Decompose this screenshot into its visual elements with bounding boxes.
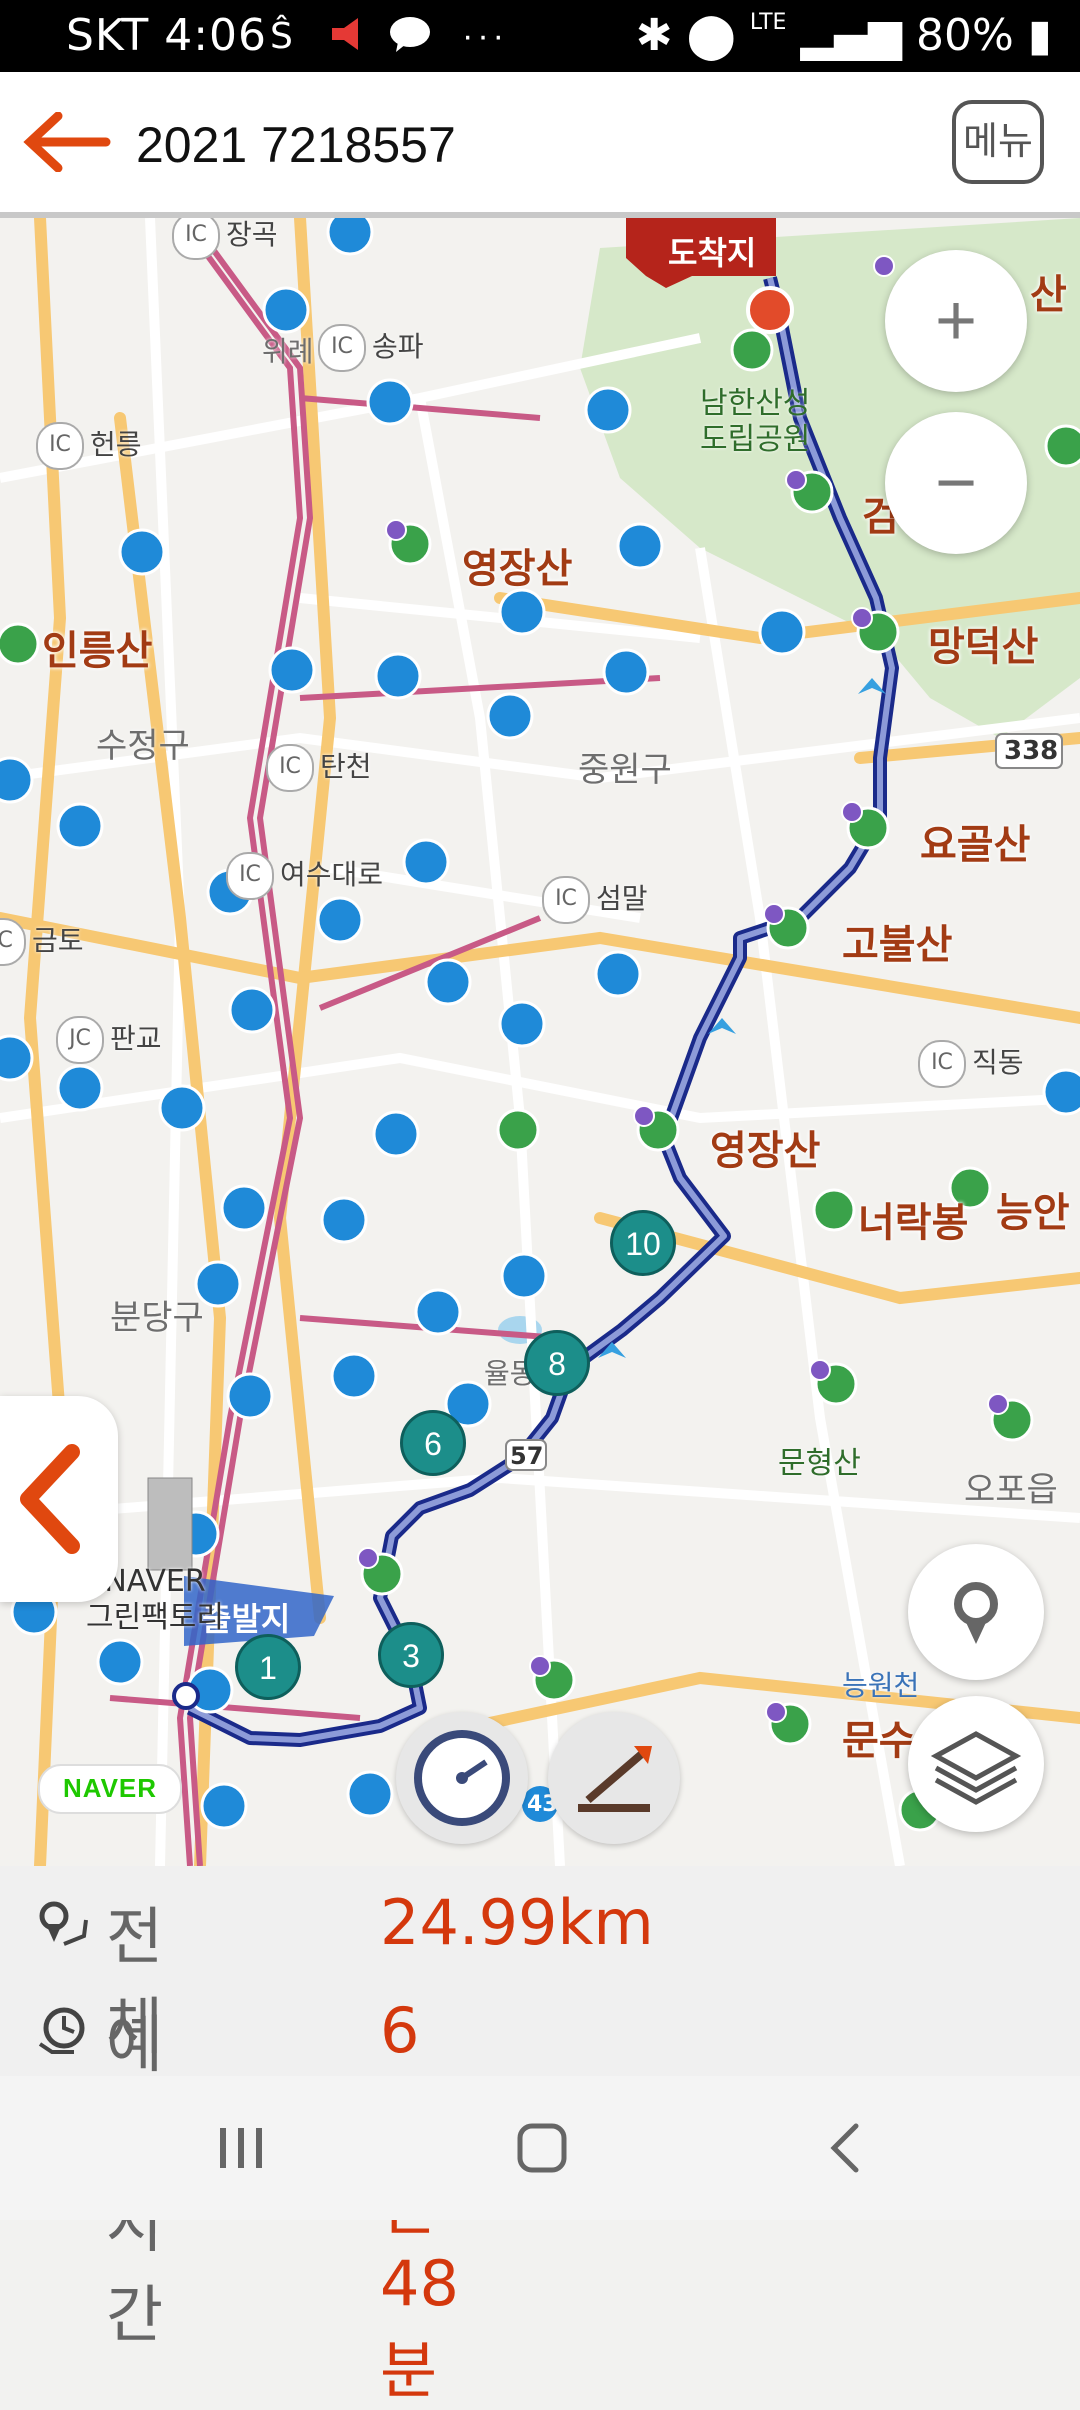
road-number: 57 bbox=[510, 1442, 544, 1470]
road-number: 338 bbox=[1004, 736, 1059, 766]
bluetooth-icon: ✱ bbox=[635, 10, 673, 61]
destination-star bbox=[746, 286, 794, 334]
battery-text: 80% bbox=[915, 10, 1014, 61]
peak-label: 망덕산 bbox=[928, 624, 1039, 670]
destination-flag-label: 도착지 bbox=[668, 235, 757, 271]
more-dots-icon: ··· bbox=[462, 17, 508, 55]
route-arrow bbox=[858, 678, 886, 694]
network-type: LTE bbox=[749, 10, 787, 35]
peak-label: 영장산 bbox=[462, 546, 573, 592]
ic-label: IC 여수대로 bbox=[226, 852, 383, 900]
app-bar: 2021 7218557 메뉴 bbox=[0, 72, 1080, 218]
location-pin-icon bbox=[954, 1582, 998, 1644]
carrier-time: SKT 4:06 bbox=[66, 10, 268, 61]
map-layers-button[interactable] bbox=[908, 1696, 1044, 1832]
naver-building bbox=[147, 1477, 193, 1571]
ic-label: IC 송파 bbox=[318, 324, 424, 372]
signal-icon: ▂▄▆ bbox=[800, 10, 902, 61]
location-icon: ⬤ bbox=[686, 10, 736, 61]
route-summary: 전체거리 24.99km 예상시간 6시간 48분 bbox=[0, 1866, 1080, 2407]
layers-icon bbox=[930, 1731, 1022, 1805]
my-location-button[interactable] bbox=[908, 1544, 1044, 1680]
peak-label: 산 bbox=[1030, 272, 1067, 318]
start-dot bbox=[172, 1682, 200, 1710]
clock-icon bbox=[38, 2007, 85, 2054]
battery-icon: ▮ bbox=[1027, 10, 1052, 61]
ic-name: 금토 bbox=[32, 924, 84, 957]
ic-label: IC 직동 bbox=[918, 1040, 1024, 1088]
ic-label: IC 탄천 bbox=[266, 744, 372, 792]
speedometer-icon bbox=[414, 1730, 510, 1826]
peak-label: 인릉산 bbox=[42, 628, 153, 674]
district-label: 중원구 bbox=[578, 750, 672, 790]
peak-label: 문수 bbox=[842, 1718, 916, 1764]
park-label: 남한산성 도립공원 bbox=[700, 386, 811, 457]
waypoint-marker[interactable]: 6 bbox=[400, 1410, 466, 1476]
page-title: 2021 7218557 bbox=[136, 117, 456, 173]
back-arrow-icon[interactable] bbox=[22, 111, 112, 173]
ic-name: 섬말 bbox=[596, 882, 648, 915]
district-label: 위례 bbox=[262, 335, 314, 368]
waypoint-marker[interactable]: 3 bbox=[378, 1622, 444, 1688]
map-view[interactable]: 도착지 출발지 영장산 인릉산 망덕산 요골산 고불산 영장산 너락봉 능안 검… bbox=[0, 218, 1080, 1866]
waypoint-marker[interactable]: 8 bbox=[524, 1330, 590, 1396]
ic-label: IC 섬말 bbox=[542, 876, 648, 924]
peak-label: 능안 bbox=[996, 1190, 1070, 1236]
chevron-left-icon bbox=[20, 1444, 80, 1554]
waypoint-marker[interactable]: 1 bbox=[235, 1634, 301, 1700]
ic-name: 여수대로 bbox=[280, 858, 384, 891]
district-label: 수정구 bbox=[96, 726, 190, 766]
recent-apps-icon[interactable] bbox=[220, 2128, 262, 2168]
distance-value: 24.99km bbox=[380, 1886, 654, 1959]
speedometer-button[interactable] bbox=[396, 1712, 528, 1844]
ic-name: 탄천 bbox=[320, 750, 372, 783]
district-label: 문형산 bbox=[778, 1446, 861, 1481]
ic-name: 직동 bbox=[972, 1046, 1024, 1079]
status-bar: SKT 4:06 Ŝ ··· ✱ ⬤ LTE ▂▄▆ 80% ▮ bbox=[0, 0, 1080, 72]
ic-label: IC 장곡 bbox=[172, 218, 278, 260]
peak-label: 요골산 bbox=[920, 822, 1031, 868]
system-nav-bar bbox=[0, 2076, 1080, 2220]
district-label: 분당구 bbox=[110, 1298, 204, 1338]
ic-name: 송파 bbox=[372, 330, 424, 363]
ic-name: 장곡 bbox=[226, 218, 278, 251]
ic-label: IC금토 bbox=[0, 918, 84, 966]
naver-logo: NAVER bbox=[38, 1764, 182, 1814]
minus-icon: − bbox=[934, 443, 978, 523]
elevation-button[interactable] bbox=[548, 1712, 680, 1844]
destination-flag: 도착지 bbox=[626, 218, 786, 288]
waypoint-marker[interactable]: 10 bbox=[610, 1210, 676, 1276]
district-label: 오포읍 bbox=[964, 1470, 1058, 1510]
home-icon[interactable] bbox=[517, 2123, 567, 2173]
svg-text:Ŝ: Ŝ bbox=[270, 15, 293, 54]
plus-icon: + bbox=[934, 281, 978, 361]
peak-label: 고불산 bbox=[842, 922, 953, 968]
elevation-icon bbox=[578, 1746, 652, 1812]
ic-name: 헌릉 bbox=[90, 428, 142, 461]
peak-label: 너락봉 bbox=[858, 1200, 969, 1246]
ic-label: IC 헌릉 bbox=[36, 422, 142, 470]
sim-icon: Ŝ bbox=[268, 14, 308, 59]
megaphone-icon bbox=[328, 14, 368, 59]
ic-label: JC 판교 bbox=[56, 1016, 162, 1064]
zoom-out-button[interactable]: − bbox=[885, 412, 1027, 554]
talk-icon bbox=[388, 14, 432, 59]
back-icon[interactable] bbox=[830, 2123, 859, 2173]
distance-pin-icon bbox=[39, 1901, 88, 1946]
peak-label: 영장산 bbox=[710, 1128, 821, 1174]
menu-button[interactable]: 메뉴 bbox=[952, 100, 1044, 184]
side-panel-toggle[interactable] bbox=[0, 1396, 118, 1602]
ic-name: 판교 bbox=[110, 1022, 162, 1055]
zoom-in-button[interactable]: + bbox=[885, 250, 1027, 392]
